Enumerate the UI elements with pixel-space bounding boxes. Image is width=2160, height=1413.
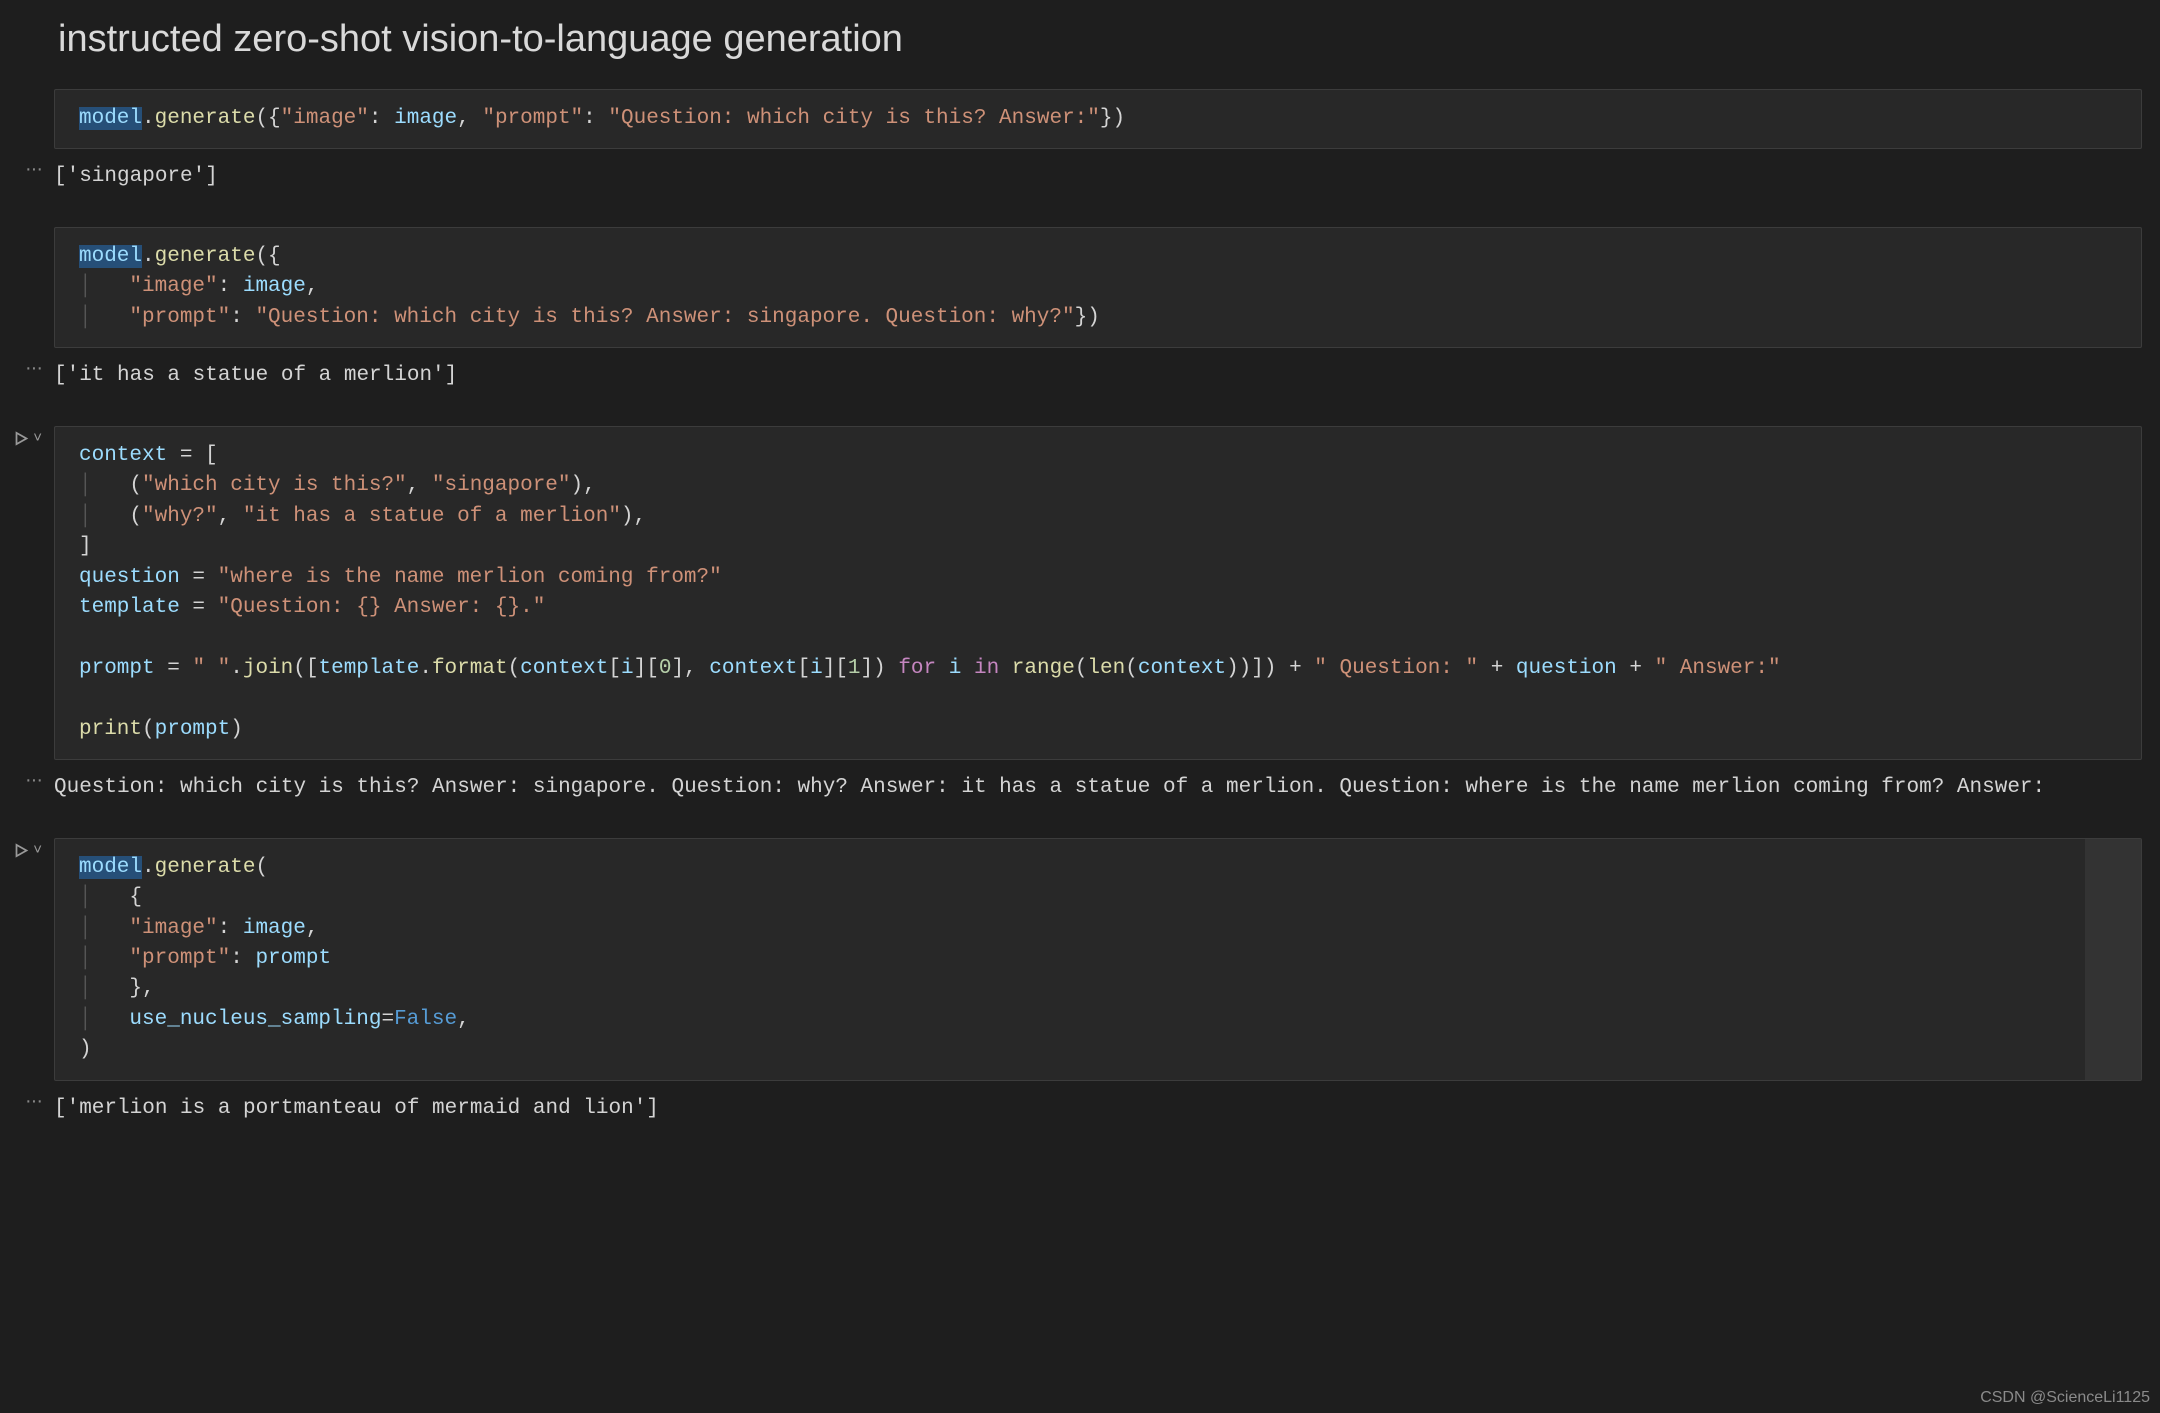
cell-gutter <box>0 89 54 92</box>
code-editor[interactable]: context = [ │ ("which city is this?", "s… <box>54 426 2142 760</box>
cell-gutter[interactable]: ··· <box>0 354 54 380</box>
section-heading: instructed zero-shot vision-to-language … <box>0 0 2160 89</box>
watermark: CSDN @ScienceLi1125 <box>1980 1389 2150 1407</box>
code-editor[interactable]: model.generate({"image": image, "prompt"… <box>54 89 2142 149</box>
cell-gutter <box>0 227 54 230</box>
output-cell-3: ··· Question: which city is this? Answer… <box>0 766 2160 824</box>
more-icon[interactable]: ··· <box>25 1090 42 1113</box>
code-editor[interactable]: model.generate({ │ "image": image, │ "pr… <box>54 227 2142 348</box>
cell-gutter[interactable]: ··· <box>0 766 54 792</box>
code-cell-4: ˅ model.generate( │ { │ "image": image, … <box>0 838 2160 1081</box>
identifier-model: model <box>79 245 142 268</box>
more-icon[interactable]: ··· <box>25 357 42 380</box>
output-cell-4: ··· ['merlion is a portmanteau of mermai… <box>0 1087 2160 1129</box>
identifier-model: model <box>79 107 142 130</box>
cell-gutter[interactable]: ˅ <box>0 838 54 864</box>
code-cell-3: ˅ context = [ │ ("which city is this?", … <box>0 426 2160 760</box>
code-editor[interactable]: model.generate( │ { │ "image": image, │ … <box>54 838 2142 1081</box>
run-cell-icon[interactable] <box>14 841 29 864</box>
run-cell-icon[interactable] <box>14 429 29 452</box>
cell-gutter[interactable]: ··· <box>0 155 54 181</box>
cell-output: ['singapore'] <box>54 155 2142 213</box>
cell-gutter[interactable]: ˅ <box>0 426 54 452</box>
method-generate: generate <box>155 107 256 130</box>
identifier-model: model <box>79 856 142 879</box>
more-icon[interactable]: ··· <box>25 769 42 792</box>
more-icon[interactable]: ··· <box>25 158 42 181</box>
chevron-down-icon[interactable]: ˅ <box>33 841 42 858</box>
code-cell-2: model.generate({ │ "image": image, │ "pr… <box>0 227 2160 348</box>
cell-output: Question: which city is this? Answer: si… <box>54 766 2142 824</box>
cell-gutter[interactable]: ··· <box>0 1087 54 1113</box>
cell-output: ['merlion is a portmanteau of mermaid an… <box>54 1087 2142 1129</box>
chevron-down-icon[interactable]: ˅ <box>33 429 42 446</box>
output-cell-2: ··· ['it has a statue of a merlion'] <box>0 354 2160 412</box>
code-cell-1: model.generate({"image": image, "prompt"… <box>0 89 2160 149</box>
cell-output: ['it has a statue of a merlion'] <box>54 354 2142 412</box>
output-cell-1: ··· ['singapore'] <box>0 155 2160 213</box>
